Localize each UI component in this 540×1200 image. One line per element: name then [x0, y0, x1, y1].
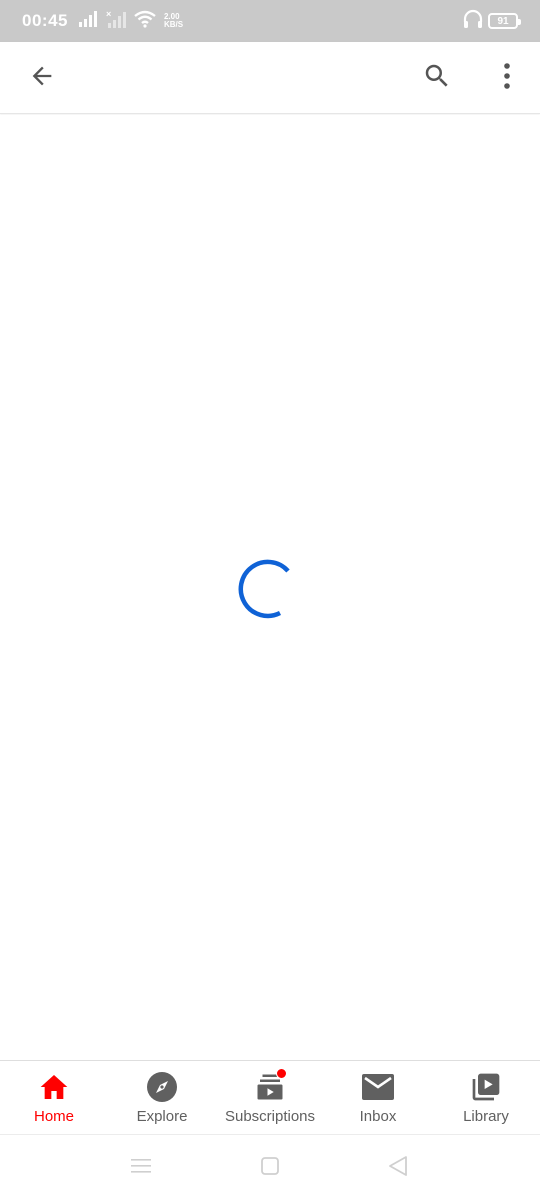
nav-item-library[interactable]: Library [432, 1061, 540, 1134]
system-menu-button[interactable] [128, 1155, 154, 1181]
subscriptions-icon [253, 1068, 287, 1103]
battery-icon: 91 [488, 13, 521, 29]
system-nav-bar [0, 1134, 540, 1200]
status-icons-right: 91 [462, 9, 521, 34]
app-bar [0, 42, 540, 114]
search-icon [422, 61, 452, 96]
menu-icon [130, 1157, 152, 1180]
nav-item-explore[interactable]: Explore [108, 1061, 216, 1134]
nav-label-inbox: Inbox [359, 1108, 397, 1125]
nav-label-subscriptions: Subscriptions [224, 1108, 316, 1125]
nav-item-inbox[interactable]: Inbox [324, 1061, 432, 1134]
back-arrow-icon [28, 62, 56, 95]
nav-item-home[interactable]: Home [0, 1061, 108, 1134]
wifi-icon [134, 10, 156, 33]
back-triangle-icon [387, 1155, 409, 1182]
headphones-icon [462, 9, 484, 34]
nav-label-library: Library [463, 1108, 509, 1125]
home-square-icon [260, 1156, 280, 1181]
net-speed-unit: KB/S [163, 20, 184, 29]
content-area [0, 115, 540, 1060]
signal-icon [78, 10, 100, 32]
nav-item-subscriptions[interactable]: Subscriptions [216, 1061, 324, 1134]
explore-compass-icon [145, 1071, 179, 1103]
nav-label-home: Home [33, 1108, 74, 1125]
more-vert-icon [502, 62, 512, 95]
status-bar: 00:45 × 2.00 KB/S 91 [0, 0, 540, 42]
search-button[interactable] [413, 54, 461, 102]
back-button[interactable] [18, 54, 66, 102]
status-time: 00:45 [22, 11, 68, 30]
bottom-nav: Home Explore Subscriptions Inbox Library [0, 1060, 540, 1134]
svg-text:×: × [106, 10, 111, 19]
nav-label-explore: Explore [136, 1108, 188, 1125]
battery-level: 91 [497, 15, 509, 27]
app-screen: 00:45 × 2.00 KB/S 91 Home Explore Subscr… [0, 0, 540, 1200]
home-icon [37, 1071, 71, 1103]
net-speed: 2.00 KB/S [164, 13, 183, 29]
status-icons-left: × 2.00 KB/S [78, 9, 183, 33]
inbox-mail-icon [361, 1071, 395, 1103]
library-icon [469, 1071, 503, 1103]
system-back-button[interactable] [385, 1155, 411, 1181]
signal-no-service-icon: × [106, 9, 128, 33]
loading-spinner-icon [236, 555, 300, 619]
system-home-button[interactable] [257, 1155, 283, 1181]
more-options-button[interactable] [483, 54, 531, 102]
notification-badge [276, 1068, 287, 1079]
